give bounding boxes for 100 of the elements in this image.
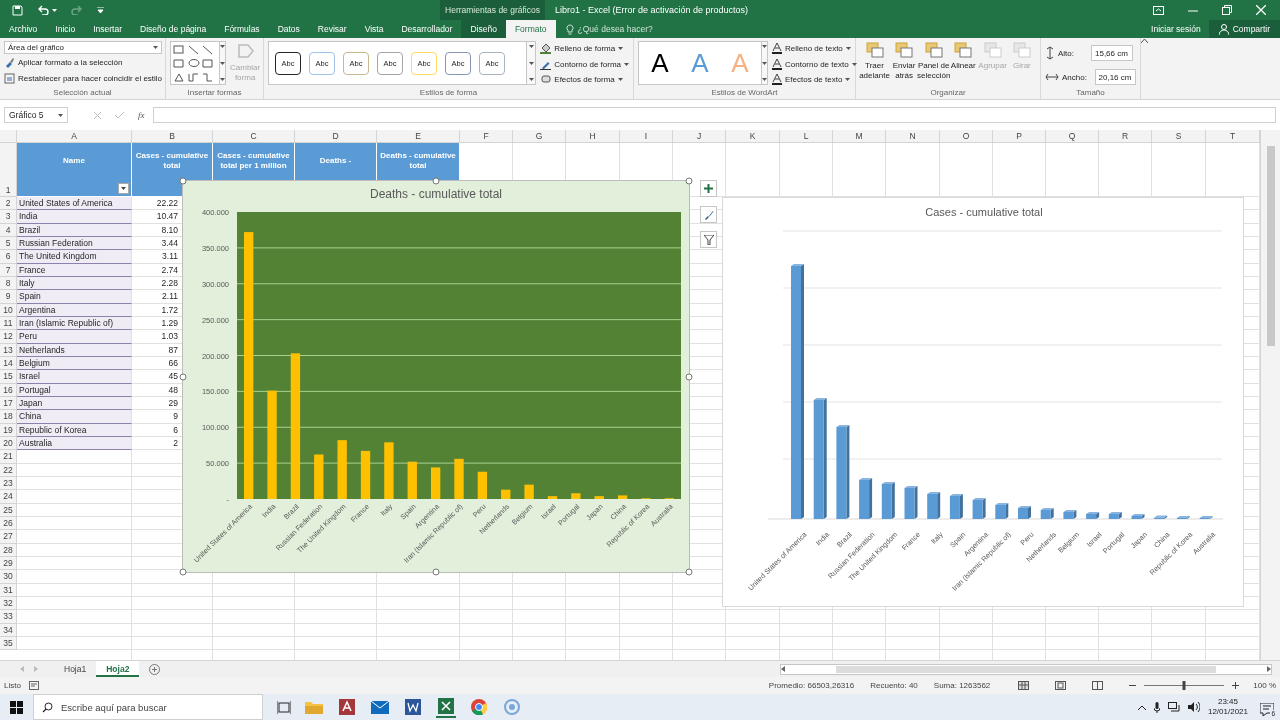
zoom-out-icon[interactable] bbox=[1129, 682, 1137, 689]
ribbon-tab[interactable]: Datos bbox=[268, 20, 309, 38]
size-field[interactable]: 15,66 cm bbox=[1091, 45, 1133, 61]
column-header[interactable]: A bbox=[17, 130, 132, 143]
chevron-up-icon[interactable] bbox=[1137, 704, 1146, 710]
column-header[interactable]: T bbox=[1206, 130, 1260, 143]
share-button[interactable]: Compartir bbox=[1208, 20, 1280, 38]
restore-icon[interactable] bbox=[1222, 5, 1232, 15]
row-number[interactable]: 1 bbox=[0, 143, 17, 197]
bar[interactable] bbox=[454, 458, 464, 499]
resize-handle[interactable] bbox=[179, 373, 187, 380]
collapse-ribbon-icon[interactable] bbox=[1141, 38, 1148, 43]
slider-thumb[interactable] bbox=[1182, 681, 1186, 690]
ribbon-tab[interactable]: Insertar bbox=[84, 20, 131, 38]
column-header[interactable]: L bbox=[780, 130, 833, 143]
resize-handle[interactable] bbox=[179, 568, 187, 576]
column-header[interactable]: C bbox=[213, 130, 295, 143]
row-number[interactable]: 15 bbox=[0, 370, 17, 384]
spreadsheet-app-icon[interactable] bbox=[438, 698, 454, 714]
zoom-in-icon[interactable] bbox=[1232, 682, 1240, 689]
circle-app-icon[interactable] bbox=[504, 699, 520, 715]
scrollbar[interactable] bbox=[1260, 130, 1280, 660]
ribbon-tab[interactable]: Diseño bbox=[461, 20, 506, 38]
browser-icon[interactable] bbox=[471, 699, 487, 715]
row-number[interactable]: 33 bbox=[0, 610, 17, 624]
column-header[interactable]: Q bbox=[1046, 130, 1099, 143]
bar[interactable] bbox=[290, 353, 301, 499]
ribbon-button[interactable]: Relleno de texto bbox=[772, 41, 857, 56]
mail-icon[interactable] bbox=[371, 700, 389, 714]
bar[interactable] bbox=[813, 398, 827, 519]
column-header[interactable]: R bbox=[1099, 130, 1152, 143]
bar[interactable] bbox=[430, 467, 441, 499]
column-header[interactable]: D bbox=[295, 130, 377, 143]
bar[interactable] bbox=[1176, 516, 1190, 519]
row-number[interactable]: 24 bbox=[0, 490, 17, 504]
microphone-icon[interactable] bbox=[1153, 701, 1160, 713]
column-header[interactable]: K bbox=[726, 130, 780, 143]
chart-elements-button[interactable] bbox=[700, 180, 717, 197]
resize-handle[interactable] bbox=[685, 373, 693, 380]
bar-chart[interactable] bbox=[182, 180, 690, 573]
notification-icon[interactable] bbox=[1260, 703, 1274, 716]
bar[interactable] bbox=[1018, 506, 1031, 519]
size-field[interactable]: 20,16 cm bbox=[1094, 69, 1136, 85]
ribbon-button[interactable]: Contorno de forma bbox=[540, 56, 629, 72]
ribbon-button[interactable]: Relleno de forma bbox=[540, 41, 629, 56]
macro-icon[interactable] bbox=[28, 681, 39, 690]
bar[interactable] bbox=[859, 478, 873, 519]
ribbon-display-icon[interactable] bbox=[1153, 5, 1164, 15]
bar[interactable] bbox=[949, 494, 963, 519]
plot-area[interactable] bbox=[237, 212, 681, 499]
task-view-icon[interactable] bbox=[277, 700, 291, 714]
filter-dropdown[interactable] bbox=[118, 183, 129, 194]
ribbon-button[interactable]: Restablecer para hacer coincidir el estilo bbox=[4, 71, 161, 86]
ribbon-tab[interactable]: Archivo bbox=[0, 20, 47, 38]
dropdown-field[interactable]: Área del gráfico bbox=[4, 41, 162, 54]
bar[interactable] bbox=[1108, 512, 1122, 519]
row-number[interactable]: 9 bbox=[0, 290, 17, 304]
bar[interactable] bbox=[927, 492, 941, 519]
check-icon[interactable] bbox=[115, 111, 124, 119]
windows-icon[interactable] bbox=[10, 700, 23, 714]
ribbon-tab[interactable]: Formato bbox=[505, 20, 556, 38]
bar[interactable] bbox=[617, 495, 628, 499]
chart-filters-button[interactable] bbox=[700, 231, 717, 248]
bar[interactable] bbox=[1040, 508, 1054, 519]
row-number[interactable]: 18 bbox=[0, 410, 17, 424]
clock[interactable]: 23:45 12/01/2021 bbox=[1207, 697, 1248, 717]
row-number[interactable]: 6 bbox=[0, 250, 17, 264]
column-header[interactable]: P bbox=[993, 130, 1046, 143]
ribbon-button[interactable]: Efectos de texto bbox=[772, 72, 857, 87]
undo-icon[interactable] bbox=[37, 5, 49, 15]
insert-function-button[interactable]: fx bbox=[138, 110, 145, 120]
ribbon-button[interactable]: Efectos de forma bbox=[540, 72, 629, 87]
wordart-style[interactable]: A bbox=[645, 48, 675, 78]
column-header[interactable]: G bbox=[513, 130, 566, 143]
bar[interactable] bbox=[972, 498, 986, 519]
formula-input[interactable] bbox=[152, 107, 1276, 123]
ribbon-button[interactable]: Traer adelante bbox=[860, 41, 889, 87]
ribbon-button[interactable]: Alinear bbox=[949, 41, 978, 87]
row-number[interactable]: 3 bbox=[0, 210, 17, 224]
column-header[interactable]: H bbox=[566, 130, 620, 143]
bar[interactable] bbox=[547, 496, 558, 499]
resize-handle[interactable] bbox=[179, 177, 187, 185]
tell-me-field[interactable]: ¿Qué desea hacer? bbox=[577, 24, 653, 34]
column-header[interactable]: I bbox=[620, 130, 673, 143]
column-header[interactable]: N bbox=[886, 130, 940, 143]
resize-handle[interactable] bbox=[432, 177, 440, 185]
bar[interactable] bbox=[881, 482, 895, 519]
bar[interactable] bbox=[904, 486, 918, 519]
column-header[interactable]: O bbox=[940, 130, 993, 143]
save-icon[interactable] bbox=[12, 4, 23, 16]
bar[interactable] bbox=[1063, 510, 1077, 519]
sheet-tab[interactable]: Hoja1 bbox=[54, 661, 97, 677]
database-app-icon[interactable] bbox=[339, 699, 355, 715]
volume-icon[interactable] bbox=[1187, 702, 1200, 712]
row-number[interactable]: 27 bbox=[0, 530, 17, 544]
ribbon-tab[interactable]: Revisar bbox=[308, 20, 356, 38]
bar[interactable] bbox=[1199, 516, 1213, 519]
column-header[interactable]: E bbox=[377, 130, 460, 143]
bar[interactable] bbox=[995, 503, 1009, 519]
network-icon[interactable] bbox=[1167, 702, 1180, 712]
